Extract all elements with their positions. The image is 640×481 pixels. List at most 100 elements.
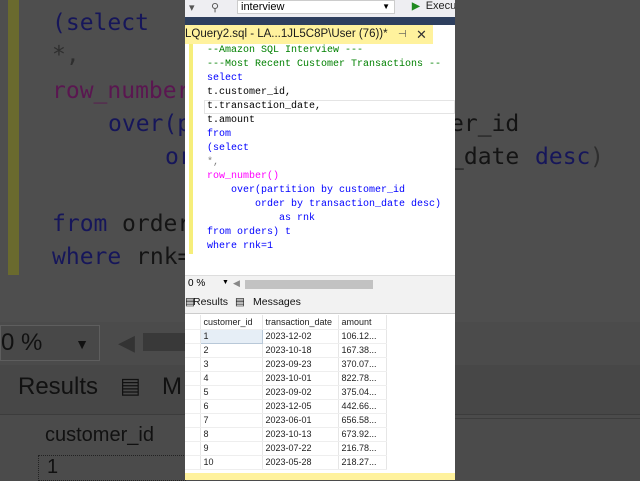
chevron-down-icon[interactable]: ▼ bbox=[222, 279, 229, 286]
grid-cell[interactable]: 218.27... bbox=[338, 455, 387, 470]
bg-zoom-combo: 0 % ▼ bbox=[0, 325, 100, 361]
filter-icon[interactable]: ▾ bbox=[189, 1, 195, 14]
grid-cell[interactable]: 167.38... bbox=[338, 343, 387, 358]
change-margin bbox=[189, 44, 193, 254]
grid-cell[interactable]: 2023-10-18 bbox=[262, 343, 339, 358]
messages-icon: ▤ bbox=[235, 296, 245, 308]
row-header[interactable] bbox=[185, 385, 201, 400]
bg-grid-header: customer_id bbox=[45, 424, 154, 446]
code-line: select bbox=[207, 73, 244, 84]
connect-icon[interactable]: ⚲ bbox=[211, 1, 219, 14]
grid-cell[interactable]: 2023-12-02 bbox=[262, 329, 339, 344]
grid-cell[interactable]: 106.12... bbox=[338, 329, 387, 344]
code-line: (select bbox=[207, 143, 250, 154]
pin-icon[interactable]: ⊣ bbox=[398, 25, 407, 44]
query-editor[interactable]: --Amazon SQL Interview --- ---Most Recent… bbox=[185, 44, 455, 275]
grid-cell[interactable]: 10 bbox=[200, 455, 263, 470]
code-line: t.customer_id, bbox=[207, 87, 292, 98]
grid-cell[interactable]: 370.07... bbox=[338, 357, 387, 372]
row-header[interactable] bbox=[185, 399, 201, 414]
grid-cell[interactable]: 6 bbox=[200, 399, 263, 414]
table-row[interactable]: 10 2023-05-28 218.27... bbox=[185, 455, 387, 470]
grid-cell[interactable]: 2023-07-22 bbox=[262, 441, 339, 456]
row-header[interactable] bbox=[185, 427, 201, 442]
tab-results[interactable]: Results bbox=[193, 296, 228, 308]
close-icon[interactable]: ✕ bbox=[416, 25, 427, 44]
grid-cell[interactable]: 2023-12-05 bbox=[262, 399, 339, 414]
bg-tab-results: Results bbox=[18, 373, 99, 400]
results-grid[interactable]: customer_id transaction_date amount 1 202… bbox=[185, 315, 455, 473]
bg-code: over(p bbox=[108, 111, 192, 137]
code-line: row_number() bbox=[207, 171, 280, 182]
bg-code: desc bbox=[535, 144, 591, 170]
grid-cell[interactable]: 2023-06-01 bbox=[262, 413, 339, 428]
code-line: over(partition by customer_id bbox=[207, 185, 406, 196]
grid-cell[interactable]: 8 bbox=[200, 427, 263, 442]
grid-cell[interactable]: 2 bbox=[200, 343, 263, 358]
row-header[interactable] bbox=[185, 343, 201, 358]
table-row[interactable]: 7 2023-06-01 656.58... bbox=[185, 413, 387, 428]
bg-code: order bbox=[122, 211, 192, 237]
table-row[interactable]: 1 2023-12-02 106.12... bbox=[185, 328, 387, 344]
code-line: t.amount bbox=[207, 115, 256, 126]
grid-cell[interactable]: 822.78... bbox=[338, 371, 387, 386]
code-line: as rnk bbox=[207, 213, 316, 224]
table-row[interactable]: 9 2023-07-22 216.78... bbox=[185, 441, 387, 456]
zoom-level[interactable]: 0 % bbox=[188, 278, 205, 289]
background-change-margin bbox=[8, 0, 19, 275]
scroll-left-icon: ◀ bbox=[118, 330, 135, 355]
row-header[interactable] bbox=[185, 371, 201, 386]
grid-cell[interactable]: 2023-05-28 bbox=[262, 455, 339, 470]
grid-cell[interactable]: 442.66... bbox=[338, 399, 387, 414]
grid-cell[interactable]: 2023-10-01 bbox=[262, 371, 339, 386]
column-header[interactable]: transaction_date bbox=[262, 315, 339, 330]
grid-cell[interactable]: 216.78... bbox=[338, 441, 387, 456]
grid-cell[interactable]: 2023-10-13 bbox=[262, 427, 339, 442]
bg-code: from bbox=[52, 211, 108, 237]
status-bar bbox=[185, 473, 455, 480]
toolbar: ▾ ⚲ interview ▼ ▶ Execu bbox=[185, 0, 455, 17]
bg-tab-messages: M bbox=[162, 373, 182, 400]
document-tab[interactable]: LQuery2.sql - LA...1JL5C8P\User (76))* ⊣… bbox=[185, 25, 433, 44]
bg-code: rnk= bbox=[136, 244, 192, 270]
bg-code: (select bbox=[52, 10, 149, 36]
column-header[interactable]: amount bbox=[338, 315, 387, 330]
table-row[interactable]: 2 2023-10-18 167.38... bbox=[185, 343, 387, 358]
row-header[interactable] bbox=[185, 357, 201, 372]
sql-code[interactable]: --Amazon SQL Interview --- ---Most Recent… bbox=[207, 44, 441, 254]
database-select[interactable]: interview ▼ bbox=[237, 0, 395, 14]
grid-cell[interactable]: 2023-09-23 bbox=[262, 357, 339, 372]
horizontal-scrollbar[interactable] bbox=[245, 280, 373, 289]
bg-code: ) bbox=[590, 144, 604, 170]
row-header[interactable] bbox=[185, 413, 201, 428]
grid-cell[interactable]: 3 bbox=[200, 357, 263, 372]
scroll-left-icon[interactable]: ◀ bbox=[233, 278, 240, 289]
tab-messages[interactable]: Messages bbox=[253, 296, 301, 308]
row-header[interactable] bbox=[185, 329, 201, 344]
row-header[interactable] bbox=[185, 455, 201, 470]
table-row[interactable]: 4 2023-10-01 822.78... bbox=[185, 371, 387, 386]
table-row[interactable]: 8 2023-10-13 673.92... bbox=[185, 427, 387, 442]
grid-cell[interactable]: 375.04... bbox=[338, 385, 387, 400]
grid-cell[interactable]: 7 bbox=[200, 413, 263, 428]
grid-cell[interactable]: 2023-09-02 bbox=[262, 385, 339, 400]
grid-cell[interactable]: 5 bbox=[200, 385, 263, 400]
execute-label: Execu bbox=[425, 0, 455, 12]
table-row[interactable]: 3 2023-09-23 370.07... bbox=[185, 357, 387, 372]
table-row[interactable]: 6 2023-12-05 442.66... bbox=[185, 399, 387, 414]
bg-grid-cell: 1 bbox=[38, 455, 186, 481]
table-row[interactable]: 5 2023-09-02 375.04... bbox=[185, 385, 387, 400]
grid-cell[interactable]: 1 bbox=[199, 328, 263, 344]
chevron-down-icon: ▼ bbox=[75, 336, 89, 352]
grid-cell[interactable]: 4 bbox=[200, 371, 263, 386]
grid-cell[interactable]: 656.58... bbox=[338, 413, 387, 428]
bg-scroll-thumb bbox=[143, 333, 185, 351]
execute-button[interactable]: ▶ Execu bbox=[412, 0, 455, 13]
zoom-bar: 0 % ▼ ◀ bbox=[185, 275, 455, 293]
column-header[interactable]: customer_id bbox=[200, 315, 263, 330]
bg-grid-empty bbox=[455, 418, 640, 480]
tab-strip bbox=[185, 17, 455, 25]
grid-cell[interactable]: 9 bbox=[200, 441, 263, 456]
row-header[interactable] bbox=[185, 441, 201, 456]
grid-cell[interactable]: 673.92... bbox=[338, 427, 387, 442]
